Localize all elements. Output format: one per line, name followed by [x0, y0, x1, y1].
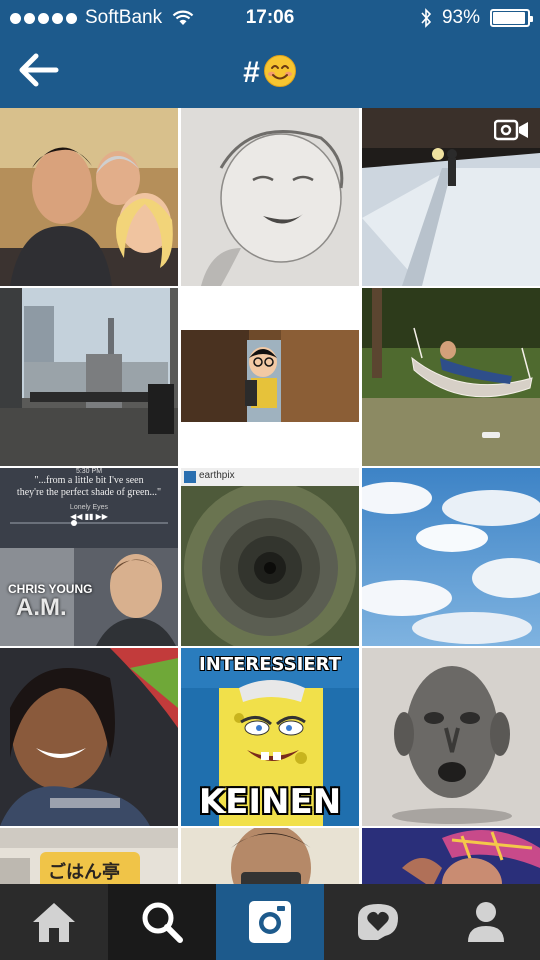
tab-profile[interactable] [432, 884, 540, 960]
playback-controls-icon: ◀◀ ▮▮ ▶▶ [70, 512, 108, 521]
tab-explore[interactable] [108, 884, 216, 960]
music-time: 5:30 PM [75, 468, 103, 475]
girl-selfie-image [0, 648, 178, 826]
tab-camera[interactable] [216, 884, 324, 960]
bluetooth-icon [421, 8, 432, 28]
gym-window-image [0, 288, 178, 466]
status-bar: SoftBank 17:06 93% [0, 0, 540, 36]
photo-restaurant-sign[interactable]: ごはん亭 [0, 828, 178, 884]
sky-clouds-image [362, 468, 540, 646]
tab-home[interactable] [0, 884, 108, 960]
battery-icon [490, 9, 533, 27]
photo-charcoal-face[interactable] [362, 648, 540, 826]
battery-level-fill [493, 12, 525, 24]
activity-heart-icon [358, 904, 398, 940]
battery-percent: 93% [441, 7, 480, 28]
photo-pencil-drawing[interactable] [181, 108, 359, 286]
earthpix-label: earthpix [199, 470, 235, 481]
photo-spongebob-meme[interactable]: INTERESSIERT KEINEN [181, 648, 359, 826]
meme-top-text: INTERESSIERT [199, 654, 341, 675]
profile-icon [468, 902, 504, 942]
music-album: A.M. [16, 594, 67, 621]
man-mirror-image [181, 828, 359, 884]
charcoal-face-image [362, 648, 540, 826]
meme-bottom-text: KEINEN [198, 782, 342, 822]
photo-man-mirror[interactable] [181, 828, 359, 884]
music-song-title: Lonely Eyes [69, 504, 109, 511]
photo-gym-window[interactable] [0, 288, 178, 466]
navigation-bar: # [0, 36, 540, 108]
page-title: # [0, 54, 540, 90]
photo-nobita-doorway[interactable] [181, 288, 359, 466]
status-right: 93% [420, 7, 533, 29]
pencil-drawing-image [181, 108, 359, 286]
selfie-image [0, 108, 178, 286]
spiral-well-image [181, 468, 359, 646]
photo-sky-clouds[interactable] [362, 468, 540, 646]
photo-girl-selfie[interactable] [0, 648, 178, 826]
home-icon [33, 903, 75, 942]
bottom-tab-bar [0, 884, 540, 960]
camera-icon [249, 901, 291, 943]
plaid-hat-image [362, 828, 540, 884]
nobita-doorway-image [181, 288, 359, 466]
hammock-image [362, 288, 540, 466]
restaurant-sign-text: ごはん亭 [48, 862, 120, 882]
music-quote-line-1: "...from a little bit I've seen [34, 475, 144, 486]
smiling-face-emoji-icon [263, 55, 296, 87]
photo-ice-rink-video[interactable] [362, 108, 540, 286]
photo-grid: 5:30 PM "...from a little bit I've seen … [0, 108, 540, 884]
photo-plaid-hat[interactable] [362, 828, 540, 884]
photo-music-card[interactable]: 5:30 PM "...from a little bit I've seen … [0, 468, 178, 646]
hashtag-symbol: # [243, 56, 260, 89]
photo-selfie-group[interactable] [0, 108, 178, 286]
photo-hammock[interactable] [362, 288, 540, 466]
music-quote-line-2: they're the perfect shade of green..." [16, 487, 162, 498]
app-header: SoftBank 17:06 93% # [0, 0, 540, 108]
video-camera-icon [494, 119, 528, 141]
tab-activity[interactable] [324, 884, 432, 960]
photo-spiral-well[interactable]: earthpix [181, 468, 359, 646]
instagram-badge-icon [184, 471, 196, 483]
search-icon [142, 902, 183, 943]
